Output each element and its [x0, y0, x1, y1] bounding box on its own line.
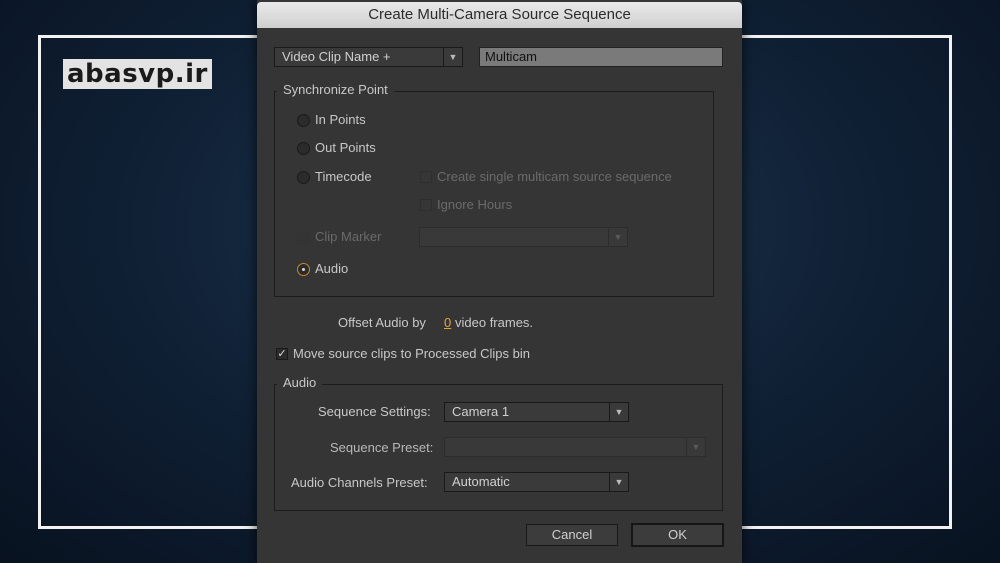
cancel-button[interactable]: Cancel	[526, 524, 618, 546]
timecode-radio[interactable]	[297, 171, 310, 184]
audio-channels-select[interactable]: Automatic ▼	[444, 472, 629, 492]
offset-audio-suffix: video frames.	[455, 315, 534, 330]
ignore-hours-checkbox[interactable]	[420, 199, 432, 211]
sequence-preset-label: Sequence Preset:	[330, 440, 434, 455]
audio-group-legend: Audio	[277, 375, 323, 390]
in-points-radio[interactable]	[297, 114, 310, 127]
ok-button[interactable]: OK	[631, 523, 724, 547]
sequence-name-field[interactable]: Multicam	[479, 47, 723, 67]
offset-audio-prefix: Offset Audio by	[338, 315, 426, 330]
chevron-down-icon: ▼	[443, 48, 462, 66]
clip-marker-label: Clip Marker	[315, 229, 382, 244]
multicam-dialog: Create Multi-Camera Source Sequence Vide…	[257, 0, 742, 563]
out-points-radio[interactable]	[297, 142, 310, 155]
offset-audio-value[interactable]: 0	[444, 315, 451, 330]
audio-channels-value: Automatic	[452, 474, 510, 489]
checkmark-icon: ✓	[277, 348, 287, 360]
chevron-down-icon: ▼	[686, 438, 705, 456]
clip-marker-radio[interactable]	[297, 231, 310, 244]
watermark: abasvp.ir	[63, 59, 212, 89]
timecode-label: Timecode	[315, 169, 372, 184]
sequence-settings-select[interactable]: Camera 1 ▼	[444, 402, 629, 422]
audio-radio[interactable]	[297, 263, 310, 276]
sequence-settings-value: Camera 1	[452, 404, 510, 419]
clip-marker-select[interactable]: ▼	[419, 227, 628, 247]
sequence-preset-select[interactable]: ▼	[444, 437, 706, 457]
chevron-down-icon: ▼	[608, 228, 627, 246]
sequence-settings-label: Sequence Settings:	[318, 404, 431, 419]
move-clips-label: Move source clips to Processed Clips bin	[293, 346, 530, 361]
chevron-down-icon: ▼	[609, 473, 628, 491]
audio-channels-label: Audio Channels Preset:	[291, 475, 428, 490]
create-single-checkbox[interactable]	[420, 171, 432, 183]
audio-sync-label: Audio	[315, 261, 349, 276]
ignore-hours-label: Ignore Hours	[437, 197, 513, 212]
chevron-down-icon: ▼	[609, 403, 628, 421]
move-clips-checkbox[interactable]: ✓	[276, 348, 288, 360]
synchronize-point-legend: Synchronize Point	[277, 82, 394, 97]
out-points-label: Out Points	[315, 140, 376, 155]
in-points-label: In Points	[315, 112, 366, 127]
dialog-title: Create Multi-Camera Source Sequence	[257, 2, 742, 28]
clip-name-mode-value: Video Clip Name +	[282, 49, 391, 64]
create-single-label: Create single multicam source sequence	[437, 169, 672, 184]
clip-name-mode-select[interactable]: Video Clip Name + ▼	[274, 47, 463, 67]
